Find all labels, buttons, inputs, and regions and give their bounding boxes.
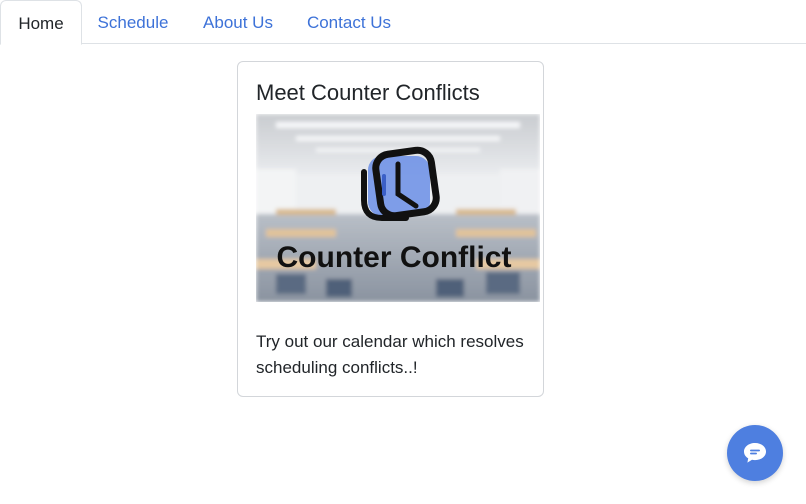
tab-home[interactable]: Home — [0, 0, 82, 45]
counter-conflict-logo-icon — [361, 146, 440, 221]
card-title: Meet Counter Conflicts — [256, 80, 480, 105]
card-image: Counter Conflict — [256, 114, 540, 302]
tab-schedule[interactable]: Schedule — [82, 0, 184, 45]
tab-about-us[interactable]: About Us — [186, 0, 290, 45]
feature-card: Meet Counter Conflicts Counter Conflict … — [237, 61, 544, 397]
tab-contact-us[interactable]: Contact Us — [290, 0, 408, 45]
logo-caption: Counter Conflict — [277, 241, 512, 274]
chat-bubble-icon — [744, 443, 766, 463]
card-text: Try out our calendar which resolves sche… — [256, 332, 524, 377]
chat-button[interactable] — [727, 425, 783, 481]
nav-tabs: Home Schedule About Us Contact Us — [0, 0, 806, 45]
